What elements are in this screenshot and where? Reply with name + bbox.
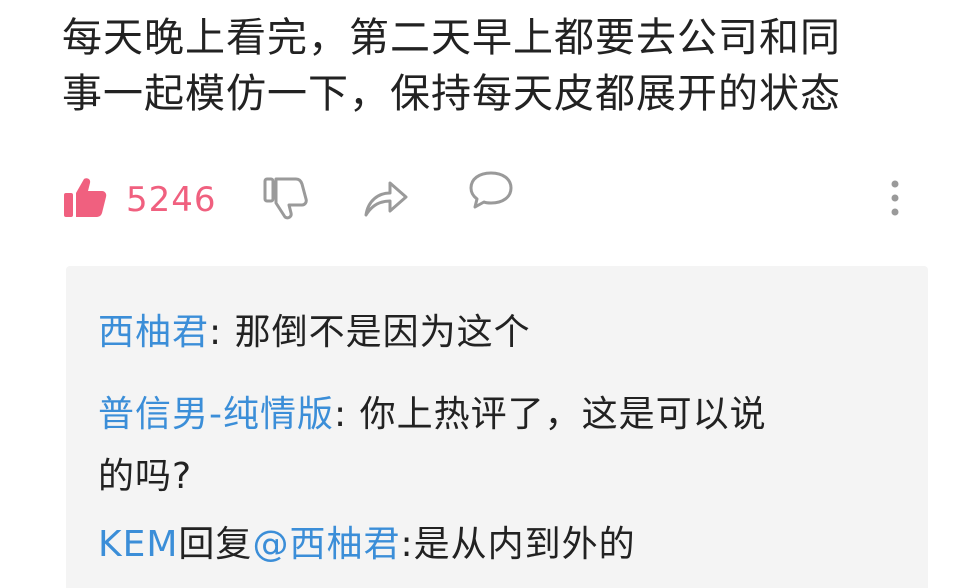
reply-text-line-1: 你上热评了，这是可以说 [359,394,767,435]
like-button[interactable]: 5246 [62,170,217,230]
reply-verb: 回复 [178,524,253,565]
reply-text: 是从内到外的 [413,524,636,565]
thumbs-down-icon [262,175,308,225]
reply-separator: : [334,394,360,435]
comment-actions: 5246 [62,170,922,230]
comment-screen: 每天晚上看完，第二天早上都要去公司和同 事一起模仿一下，保持每天皮都展开的状态 … [0,0,967,588]
reply-text-line-2: 的吗? [98,456,193,497]
reply-username[interactable]: 普信男-纯情版 [98,394,334,435]
thumbs-up-icon [62,175,108,225]
reply-username[interactable]: KEM [98,524,178,565]
more-button[interactable] [888,170,902,230]
comment-body: 每天晚上看完，第二天早上都要去公司和同 事一起模仿一下，保持每天皮都展开的状态 [62,10,942,122]
reply-section: 西柚君: 那倒不是因为这个 普信男-纯情版: 你上热评了，这是可以说 的吗? K… [66,266,928,588]
reply-mention[interactable]: @西柚君 [252,524,400,565]
like-count: 5246 [126,180,217,220]
comment-line-1: 每天晚上看完，第二天早上都要去公司和同 [62,15,841,61]
reply-separator: : [400,524,414,565]
reply-username[interactable]: 西柚君 [98,312,209,353]
share-button[interactable] [362,170,410,230]
reply-item: 西柚君: 那倒不是因为这个 [98,302,898,364]
reply-separator: : [209,312,235,353]
share-icon [362,175,410,225]
more-icon [888,175,902,225]
dislike-button[interactable] [262,170,308,230]
reply-item: KEM回复@西柚君:是从内到外的 [98,514,898,576]
comment-icon [467,167,515,233]
reply-item: 普信男-纯情版: 你上热评了，这是可以说 的吗? [98,384,898,508]
comment-line-2: 事一起模仿一下，保持每天皮都展开的状态 [62,71,841,117]
reply-text: 那倒不是因为这个 [234,312,531,353]
